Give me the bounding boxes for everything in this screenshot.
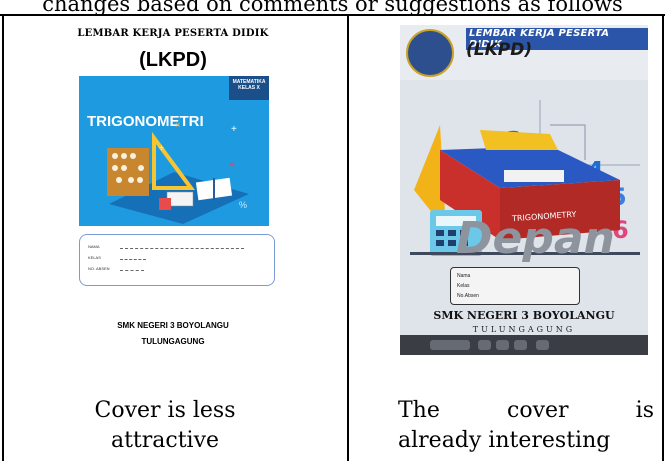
nav-button-4 [536, 340, 549, 350]
right-form-label-kelas: Kelas [457, 283, 470, 289]
left-caption: Cover is less attractive [94, 398, 236, 453]
math-illustration: × + ÷ + % [107, 120, 249, 224]
table-middle-divider [347, 14, 349, 461]
svg-text:+: + [231, 124, 237, 135]
right-caption-line1: The cover is [398, 398, 654, 423]
nav-button-1 [478, 340, 491, 350]
left-city-name: TULUNGAGUNG [141, 337, 205, 346]
right-cover-image: LEMBAR KERJA PESERTA DIDIK (LKPD) 3 4 5 … [400, 25, 648, 355]
nav-prev-button [430, 340, 470, 350]
right-caption-line2: already interesting [398, 428, 611, 453]
table-left-border [2, 14, 4, 461]
right-form-label-absen: No.Absen [457, 293, 479, 299]
right-cover-title: (LKPD) [466, 40, 533, 60]
form-label-absen: NO. ABSEN [88, 266, 110, 271]
right-city-name: TULUNGAGUNG [472, 325, 576, 334]
svg-text:×: × [175, 120, 181, 131]
right-identity-form: Nama Kelas No.Absen [450, 267, 580, 305]
left-cover-image: LEMBAR KERJA PESERTA DIDIK (LKPD) MATEMA… [61, 22, 285, 362]
left-identity-form: NAMA KELAS NO. ABSEN [79, 234, 275, 286]
left-school-name: SMK NEGERI 3 BOYOLANGU [117, 321, 229, 330]
nav-button-2 [496, 340, 509, 350]
right-school-name: SMK NEGERI 3 BOYOLANGU [433, 309, 615, 322]
table-top-border [0, 14, 665, 16]
left-cover-subtitle: LEMBAR KERJA PESERTA DIDIK [77, 28, 269, 39]
form-label-kelas: KELAS [88, 255, 101, 260]
right-overlay-word: Depan [456, 213, 615, 264]
right-form-label-nama: Nama [457, 273, 471, 279]
svg-text:÷: ÷ [159, 143, 164, 153]
form-label-nama: NAMA [88, 244, 100, 249]
table-right-border [662, 14, 664, 461]
svg-text:+: + [229, 160, 235, 171]
left-cover-banner: MATEMATIKA KELAS X TRIGONOMETRI × + ÷ + … [79, 76, 269, 226]
form-line-nama [120, 244, 244, 249]
left-cover-title: (LKPD) [139, 49, 207, 71]
form-line-absen [120, 266, 144, 271]
svg-text:%: % [239, 200, 247, 210]
top-caption: changes based on comments or suggestions… [42, 0, 623, 16]
form-line-kelas [120, 255, 146, 260]
right-nav-bar [400, 335, 648, 355]
nav-button-3 [514, 340, 527, 350]
